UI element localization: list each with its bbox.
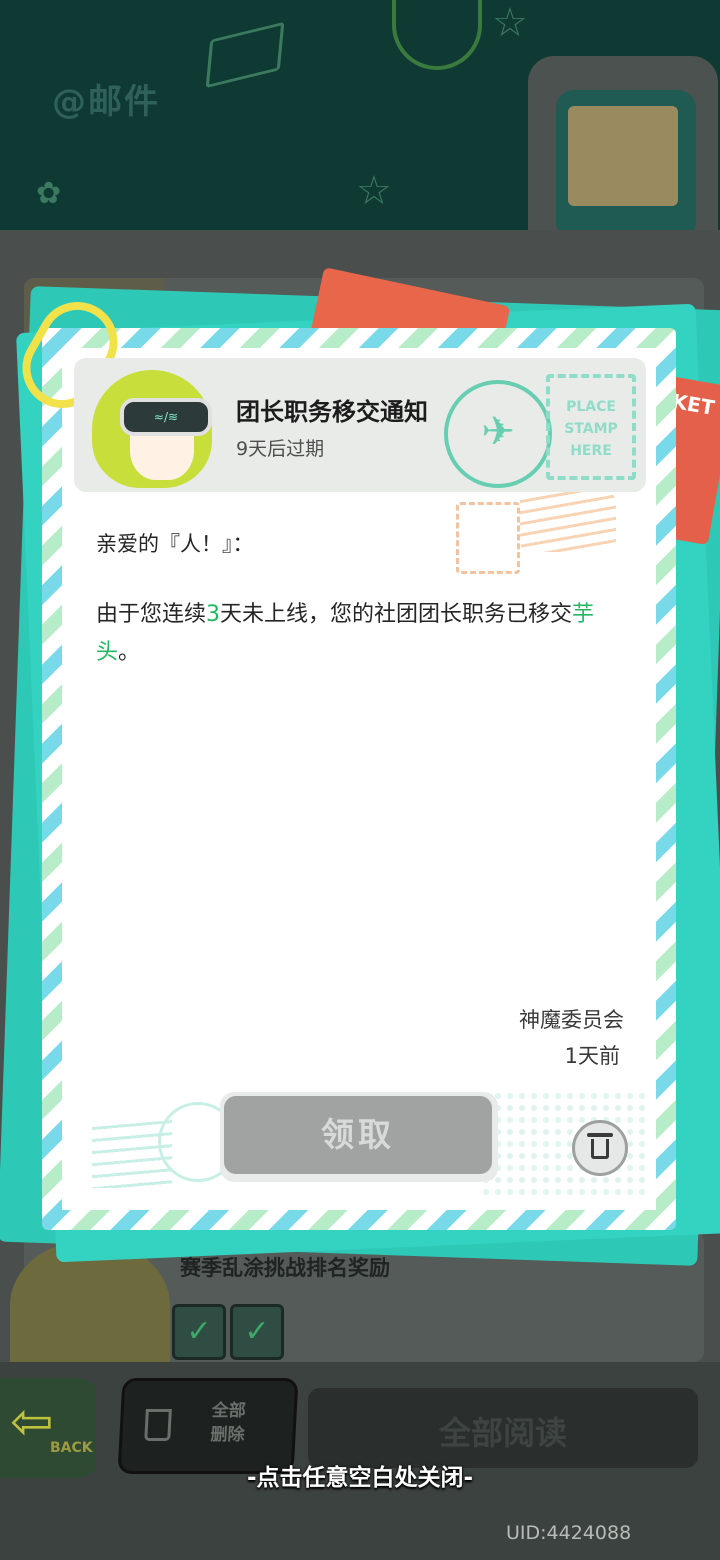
delete-mail-button[interactable] xyxy=(572,1120,628,1176)
trash-icon xyxy=(144,1409,172,1441)
claim-button-label: 领取 xyxy=(224,1096,492,1174)
reward-check-icon: ✓ xyxy=(172,1304,226,1360)
read-all-button[interactable]: 全部阅读 xyxy=(308,1388,698,1468)
reward-check-icon: ✓ xyxy=(230,1304,284,1360)
sender-avatar: ≈/≋ xyxy=(84,362,224,492)
delete-all-label: 全部删除 xyxy=(210,1401,247,1445)
claim-button[interactable]: 领取 xyxy=(220,1092,498,1182)
stamp-waves-decoration xyxy=(520,492,616,552)
star-icon: ✿ xyxy=(36,176,62,211)
date-stamp-decoration xyxy=(456,502,520,574)
body-text-part: 天未上线，您的社团团长职务已移交 xyxy=(220,602,573,627)
body-text-part: 。 xyxy=(118,640,141,665)
back-arrow-icon: ⇦ xyxy=(10,1392,54,1452)
mail-sender: 神魔委员会 xyxy=(519,1008,624,1032)
ticket-text: KET xyxy=(670,388,717,420)
back-button-label: BACK xyxy=(50,1440,93,1456)
mail-greeting: 亲爱的『人！』： xyxy=(96,532,254,556)
list-item-title: 赛季乱涂挑战排名奖励 xyxy=(180,1256,390,1280)
postmark-icon: ✈ xyxy=(444,380,552,488)
offline-days-highlight: 3 xyxy=(206,602,221,627)
read-all-label: 全部阅读 xyxy=(438,1414,567,1452)
star-icon: ☆ xyxy=(492,0,528,46)
body-text-part: 由于您连续 xyxy=(96,602,207,627)
mail-sent-time: 1天前 xyxy=(564,1044,620,1068)
place-stamp-box: PLACE STAMP HERE xyxy=(546,374,636,480)
mail-body: 由于您连续3天未上线，您的社团团长职务已移交芋头。 xyxy=(96,596,636,672)
mail-title: 团长职务移交通知 xyxy=(236,398,428,426)
envelope-icon xyxy=(568,106,678,206)
trash-lid xyxy=(587,1133,613,1137)
mail-page-title: @邮件 xyxy=(52,82,160,122)
close-hint: -点击任意空白处关闭- xyxy=(246,1465,474,1491)
mail-expire-text: 9天后过期 xyxy=(236,438,325,460)
star-icon: ☆ xyxy=(356,168,392,214)
goggles-icon: ≈/≋ xyxy=(120,398,212,436)
user-id: UID:4424088 xyxy=(506,1522,632,1544)
trash-icon xyxy=(591,1139,609,1159)
